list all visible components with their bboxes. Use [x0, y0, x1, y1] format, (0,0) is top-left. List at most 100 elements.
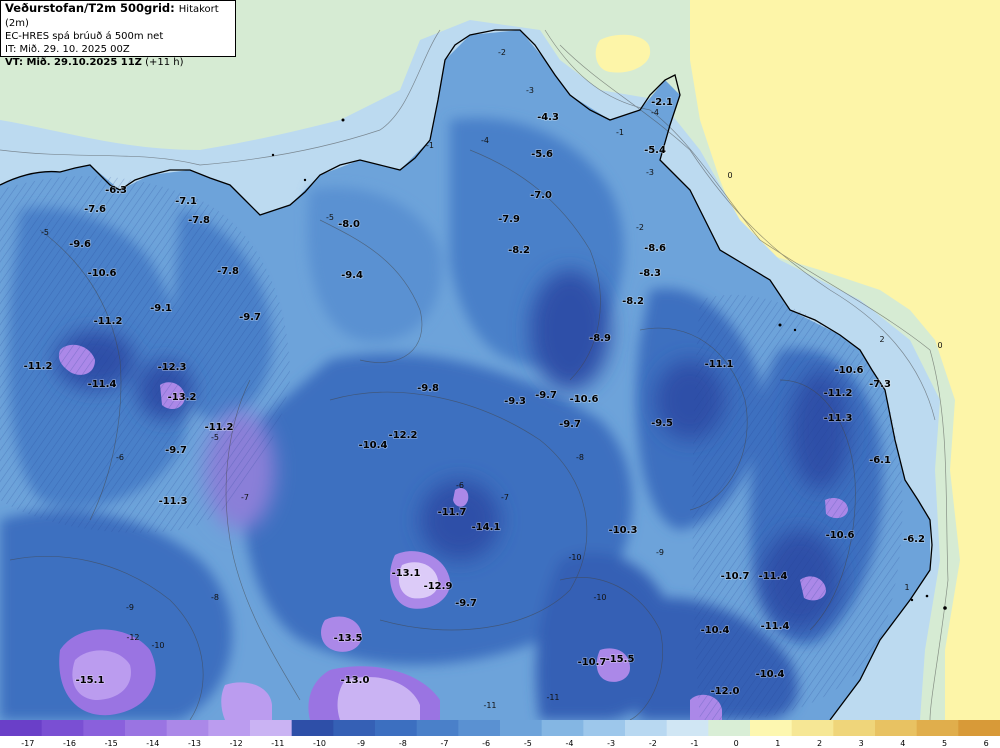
temperature-label: -12.2 — [389, 430, 418, 441]
temperature-label: -9.7 — [455, 598, 477, 609]
contour-label: -5 — [326, 213, 334, 222]
colorbar-tick-label: 5 — [942, 739, 947, 748]
colorbar-swatch — [208, 720, 251, 736]
temperature-label: -11.4 — [88, 379, 117, 390]
lead-time: (+11 h) — [145, 57, 184, 68]
colorbar-tick-label: -8 — [399, 739, 407, 748]
temperature-label: -8.0 — [338, 219, 360, 230]
colorbar-tick-label: -12 — [230, 739, 243, 748]
contour-label: -1 — [426, 141, 434, 150]
temperature-label: -7.8 — [217, 266, 239, 277]
contour-label: -12 — [126, 633, 139, 642]
temperature-label: -10.7 — [721, 571, 750, 582]
contour-label: 1 — [904, 583, 909, 592]
temperature-label: -13.2 — [168, 392, 197, 403]
colorbar-swatch — [708, 720, 751, 736]
temperature-label: -9.4 — [341, 270, 363, 281]
temperature-label: -13.1 — [392, 568, 421, 579]
temperature-label: -9.1 — [150, 303, 172, 314]
contour-label: -8 — [576, 453, 584, 462]
temperature-map: -6.3 -7.6 -9.6 -10.6 -11.2 -11.2 -11.4 -9.1 -12.… — [0, 0, 1000, 720]
temperature-label: -12.0 — [711, 686, 740, 697]
colorbar-tick-label: -5 — [524, 739, 532, 748]
colorbar-swatch — [291, 720, 334, 736]
colorbar-tick-label: -2 — [649, 739, 657, 748]
temperature-label: -6.2 — [903, 534, 925, 545]
contour-label: -2 — [498, 48, 506, 57]
colorbar-swatch — [833, 720, 876, 736]
colorbar-tick-label: 6 — [984, 739, 989, 748]
contour-label: -3 — [646, 168, 654, 177]
temperature-label: -11.2 — [24, 361, 53, 372]
temperature-label: -8.3 — [639, 268, 661, 279]
contour-label: -5 — [41, 228, 49, 237]
temperature-label: -10.6 — [826, 530, 855, 541]
temperature-label: -10.6 — [88, 268, 117, 279]
temperature-label: -7.8 — [188, 215, 210, 226]
contour-label: -9 — [126, 603, 134, 612]
contour-label: -6 — [116, 453, 124, 462]
temperature-label: -7.0 — [530, 190, 552, 201]
colorbar-tick-label: 0 — [734, 739, 739, 748]
colorbar-swatch — [750, 720, 793, 736]
temperature-label: -8.2 — [622, 296, 644, 307]
temperature-label: -9.7 — [535, 390, 557, 401]
temperature-label: -15.1 — [76, 675, 105, 686]
colorbar-tick-label: -14 — [146, 739, 159, 748]
contour-label: 2 — [879, 335, 884, 344]
colorbar-swatch — [83, 720, 126, 736]
colorbar-swatch — [250, 720, 293, 736]
colorbar-tick-label: 4 — [900, 739, 905, 748]
colorbar: -17 -16 -15 -14 -13 -12 -11 -10 -9 -8 -7 -6 -5 -4 -3 -2… — [0, 720, 1000, 748]
colorbar-swatch — [958, 720, 1000, 736]
temperature-label: -14.1 — [472, 522, 501, 533]
temperature-label: -11.7 — [438, 507, 467, 518]
colorbar-swatch — [333, 720, 376, 736]
temperature-label: -9.7 — [165, 445, 187, 456]
temperature-label: -6.3 — [105, 185, 127, 196]
valid-time: VT: Mið. 29.10.2025 11Z — [5, 57, 142, 68]
temperature-label: -15.5 — [606, 654, 635, 665]
colorbar-swatch — [458, 720, 501, 736]
contour-label: -7 — [501, 493, 509, 502]
temperature-label: -12.3 — [158, 362, 187, 373]
colorbar-swatch — [500, 720, 543, 736]
temperature-label: -13.5 — [334, 633, 363, 644]
temperature-label: -8.2 — [508, 245, 530, 256]
contour-label: 0 — [727, 171, 732, 180]
colorbar-swatch — [41, 720, 84, 736]
init-time: IT: Mið. 29. 10. 2025 00Z — [5, 44, 130, 55]
temperature-label: -7.9 — [498, 214, 520, 225]
colorbar-swatch — [666, 720, 709, 736]
contour-label: -10 — [593, 593, 606, 602]
temperature-label: -9.7 — [239, 312, 261, 323]
colorbar-swatch — [125, 720, 168, 736]
colorbar-swatch — [583, 720, 626, 736]
temperature-label: -7.3 — [869, 379, 891, 390]
colorbar-swatch — [416, 720, 459, 736]
temperature-label: -6.1 — [869, 455, 891, 466]
temperature-label: -10.7 — [578, 657, 607, 668]
contour-label: -3 — [526, 86, 534, 95]
colorbar-tick-label: 3 — [859, 739, 864, 748]
colorbar-swatch — [875, 720, 918, 736]
contour-label: -7 — [241, 493, 249, 502]
temperature-label: -7.6 — [84, 204, 106, 215]
contour-label: -2 — [636, 223, 644, 232]
temperature-label: -11.2 — [94, 316, 123, 327]
map-title-line: Veðurstofan/T2m 500grid: Hitakort (2m) — [5, 2, 231, 30]
temperature-label: -12.9 — [424, 581, 453, 592]
temperature-label: -11.1 — [705, 359, 734, 370]
temperature-label: -11.4 — [761, 621, 790, 632]
map-stage: -6.3 -7.6 -9.6 -10.6 -11.2 -11.2 -11.4 -9.1 -12.… — [0, 0, 1000, 748]
colorbar-tick-label: -11 — [271, 739, 284, 748]
colorbar-tick-label: -10 — [313, 739, 326, 748]
colorbar-tick-label: -9 — [357, 739, 365, 748]
colorbar-tick-label: -6 — [482, 739, 490, 748]
colorbar-swatch — [541, 720, 584, 736]
temperature-label: -9.7 — [559, 419, 581, 430]
colorbar-tick-label: -16 — [63, 739, 76, 748]
valid-time-line: VT: Mið. 29.10.2025 11Z (+11 h) — [5, 56, 231, 69]
map-info-box: Veðurstofan/T2m 500grid: Hitakort (2m) E… — [0, 0, 236, 68]
colorbar-tick-label: -7 — [441, 739, 449, 748]
